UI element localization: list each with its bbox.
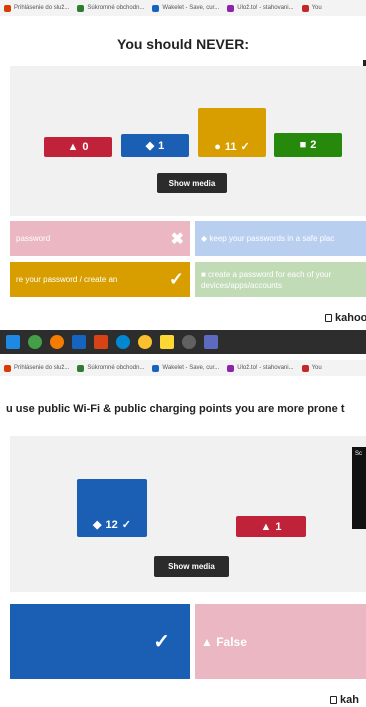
show-media-button[interactable]: Show media (157, 173, 227, 193)
bookmark-item[interactable]: Prihlásenie do služ... (4, 364, 69, 372)
cross-icon: ✖ (170, 230, 184, 248)
bookmark-icon (77, 364, 85, 372)
kahoot-brand: kahoot (325, 312, 366, 324)
edge-icon[interactable] (116, 335, 130, 349)
bookmark-icon (4, 4, 11, 12)
bookmark-icon (227, 4, 235, 12)
answer-option-square: ■ create a password for each of your dev… (195, 262, 366, 297)
show-media-button[interactable]: Show media (154, 556, 229, 577)
answer-option-false: ▲ False (195, 604, 366, 679)
check-icon: ✓ (121, 519, 131, 531)
answer-bar-square: ■ 2 (274, 133, 342, 157)
app-icon[interactable] (6, 335, 20, 349)
app-icon[interactable] (50, 335, 64, 349)
check-icon: ✓ (168, 269, 184, 289)
answer-bar-triangle: ▲ 0 (44, 137, 112, 157)
windows-taskbar (0, 330, 366, 354)
bookmark-item[interactable]: Wakelet - Save, cur... (152, 4, 219, 12)
bookmark-item[interactable]: Súkromné obchodn... (77, 364, 144, 372)
answer-bar-triangle: ▲ 1 (236, 516, 306, 537)
side-overlay: Sc (352, 447, 366, 529)
lock-icon (330, 696, 337, 704)
chrome-icon[interactable] (138, 335, 152, 349)
bookmark-item[interactable]: Prihlásenie do služ... (4, 4, 69, 12)
bookmark-item[interactable]: You (301, 4, 322, 12)
bookmark-icon (301, 364, 309, 372)
bookmark-icon (152, 364, 160, 372)
check-icon: ✓ (153, 631, 170, 653)
bookmarks-bar: Prihlásenie do služ... Súkromné obchodn.… (0, 360, 366, 376)
app-icon[interactable] (182, 335, 196, 349)
bookmark-item[interactable]: Ulož.to! - stahovani... (227, 4, 294, 12)
bookmark-icon (301, 4, 309, 12)
bookmark-item[interactable]: Ulož.to! - stahovani... (227, 364, 294, 372)
kahoot-brand: kah (330, 694, 359, 706)
answer-bar-circle: ● 11 ✓ (198, 108, 266, 157)
bookmark-icon (152, 4, 160, 12)
answer-bar-diamond: ◆ 1 (121, 134, 189, 157)
lock-icon (325, 314, 332, 322)
folder-icon[interactable] (160, 335, 174, 349)
office-icon[interactable] (94, 335, 108, 349)
check-icon: ✓ (240, 141, 250, 153)
answer-option-circle: re your password / create an ✓ (10, 262, 190, 297)
bookmark-icon (4, 364, 11, 372)
bookmark-item[interactable]: Súkromné obchodn... (77, 4, 144, 12)
answer-option-true: ✓ (10, 604, 190, 679)
word-icon[interactable] (72, 335, 86, 349)
question-title: You should NEVER: (117, 36, 249, 52)
bookmark-icon (227, 364, 235, 372)
teams-icon[interactable] (204, 335, 218, 349)
bookmark-item[interactable]: You (301, 364, 322, 372)
bookmark-icon (77, 4, 85, 12)
bookmark-item[interactable]: Wakelet - Save, cur... (152, 364, 219, 372)
bookmarks-bar: Prihlásenie do služ... Súkromné obchodn.… (0, 0, 366, 16)
question-title: u use public Wi-Fi & public charging poi… (6, 403, 345, 415)
answer-option-diamond: ◆ keep your passwords in a safe plac (195, 221, 366, 256)
answer-option-triangle: password ✖ (10, 221, 190, 256)
answer-bar-diamond: ◆ 12 ✓ (77, 479, 147, 537)
chrome-icon[interactable] (28, 335, 42, 349)
